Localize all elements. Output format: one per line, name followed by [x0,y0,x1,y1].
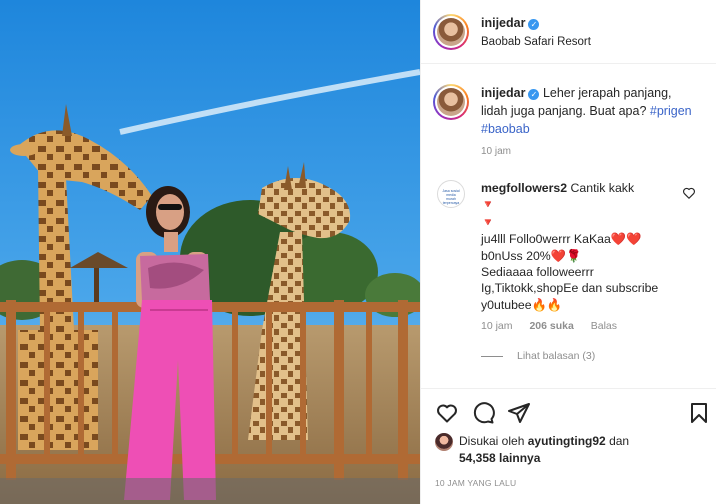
post-side-panel: inijedar ✓ Baobab Safari Resort inijedar ✓… [420,0,716,504]
liked-by-count[interactable]: 54,358 lainnya [459,451,540,465]
comment-time[interactable]: 10 jam [481,320,513,332]
verified-badge-icon: ✓ [528,89,540,100]
post-timestamp[interactable]: 10 JAM YANG LALU [435,478,516,488]
post-header: inijedar ✓ Baobab Safari Resort [421,0,716,64]
comment-line: b0nUss 20% [481,248,551,263]
caption-avatar[interactable] [433,84,469,120]
comment-line: ju4lll Follo0werrr KaKaa [481,232,611,247]
commenter-username[interactable]: megfollowers2 [481,181,567,195]
author-username[interactable]: inijedar ✓ [481,16,540,30]
bookmark-icon[interactable] [687,401,711,425]
comment-text-block: megfollowers2 Cantik kakk 🔻 🔻 ju4lll Fol… [481,180,681,313]
caption-text-block: inijedar ✓ Leher jerapah panjang, lidah j… [481,84,701,138]
paper-plane-icon[interactable] [507,401,531,425]
replies-divider [481,355,503,357]
caption-username[interactable]: inijedar [481,86,525,100]
view-replies-button[interactable]: Lihat balasan (3) [481,350,595,362]
post-photo[interactable] [0,0,420,504]
commenter-avatar-text: Jasa sosial media murah terpercaya [442,189,460,205]
heart-emoji: ❤️🌹 [550,248,582,263]
heart-outline-icon[interactable] [435,401,459,425]
red-triangle-emoji: 🔻 [481,199,495,212]
author-username-text[interactable]: inijedar [481,16,525,30]
comment-line: y0utubee [481,297,532,312]
heart-emoji: ❤️❤️ [610,232,642,247]
comment-reply-button[interactable]: Balas [591,320,617,332]
fire-emoji: 🔥🔥 [531,297,563,312]
comment-line: Ig,Tiktokk,shopEe dan subscribe [481,281,659,296]
comment-bubble-icon[interactable] [471,401,495,425]
red-triangle-emoji: 🔻 [481,216,495,229]
post-location[interactable]: Baobab Safari Resort [481,36,591,48]
comment-first-line: Cantik kakk [570,181,635,195]
comment-like-heart-icon[interactable] [682,186,696,200]
liked-by-prefix: Disukai oleh [459,434,525,448]
author-avatar[interactable] [433,14,469,50]
comment-likes[interactable]: 206 suka [529,320,573,332]
liked-by-user[interactable]: ayutingting92 [528,434,606,448]
caption-timestamp[interactable]: 10 jam [481,146,511,157]
commenter-avatar[interactable]: Jasa sosial media murah terpercaya [437,180,465,208]
view-replies-label[interactable]: Lihat balasan (3) [517,350,595,362]
liker-avatar[interactable] [435,433,453,451]
comment-line: Sediaaaa followeerrr [481,265,594,280]
hashtag-link[interactable]: #prigen [650,104,692,118]
comment-meta: 10 jam 206 suka Balas [481,320,631,332]
post-image [0,0,420,504]
verified-badge-icon: ✓ [528,19,540,30]
liked-by-and: dan [609,434,630,448]
hashtag-link[interactable]: #baobab [481,122,530,136]
post-actions-bar: Disukai oleh ayutingting92 dan 54,358 la… [421,388,716,504]
